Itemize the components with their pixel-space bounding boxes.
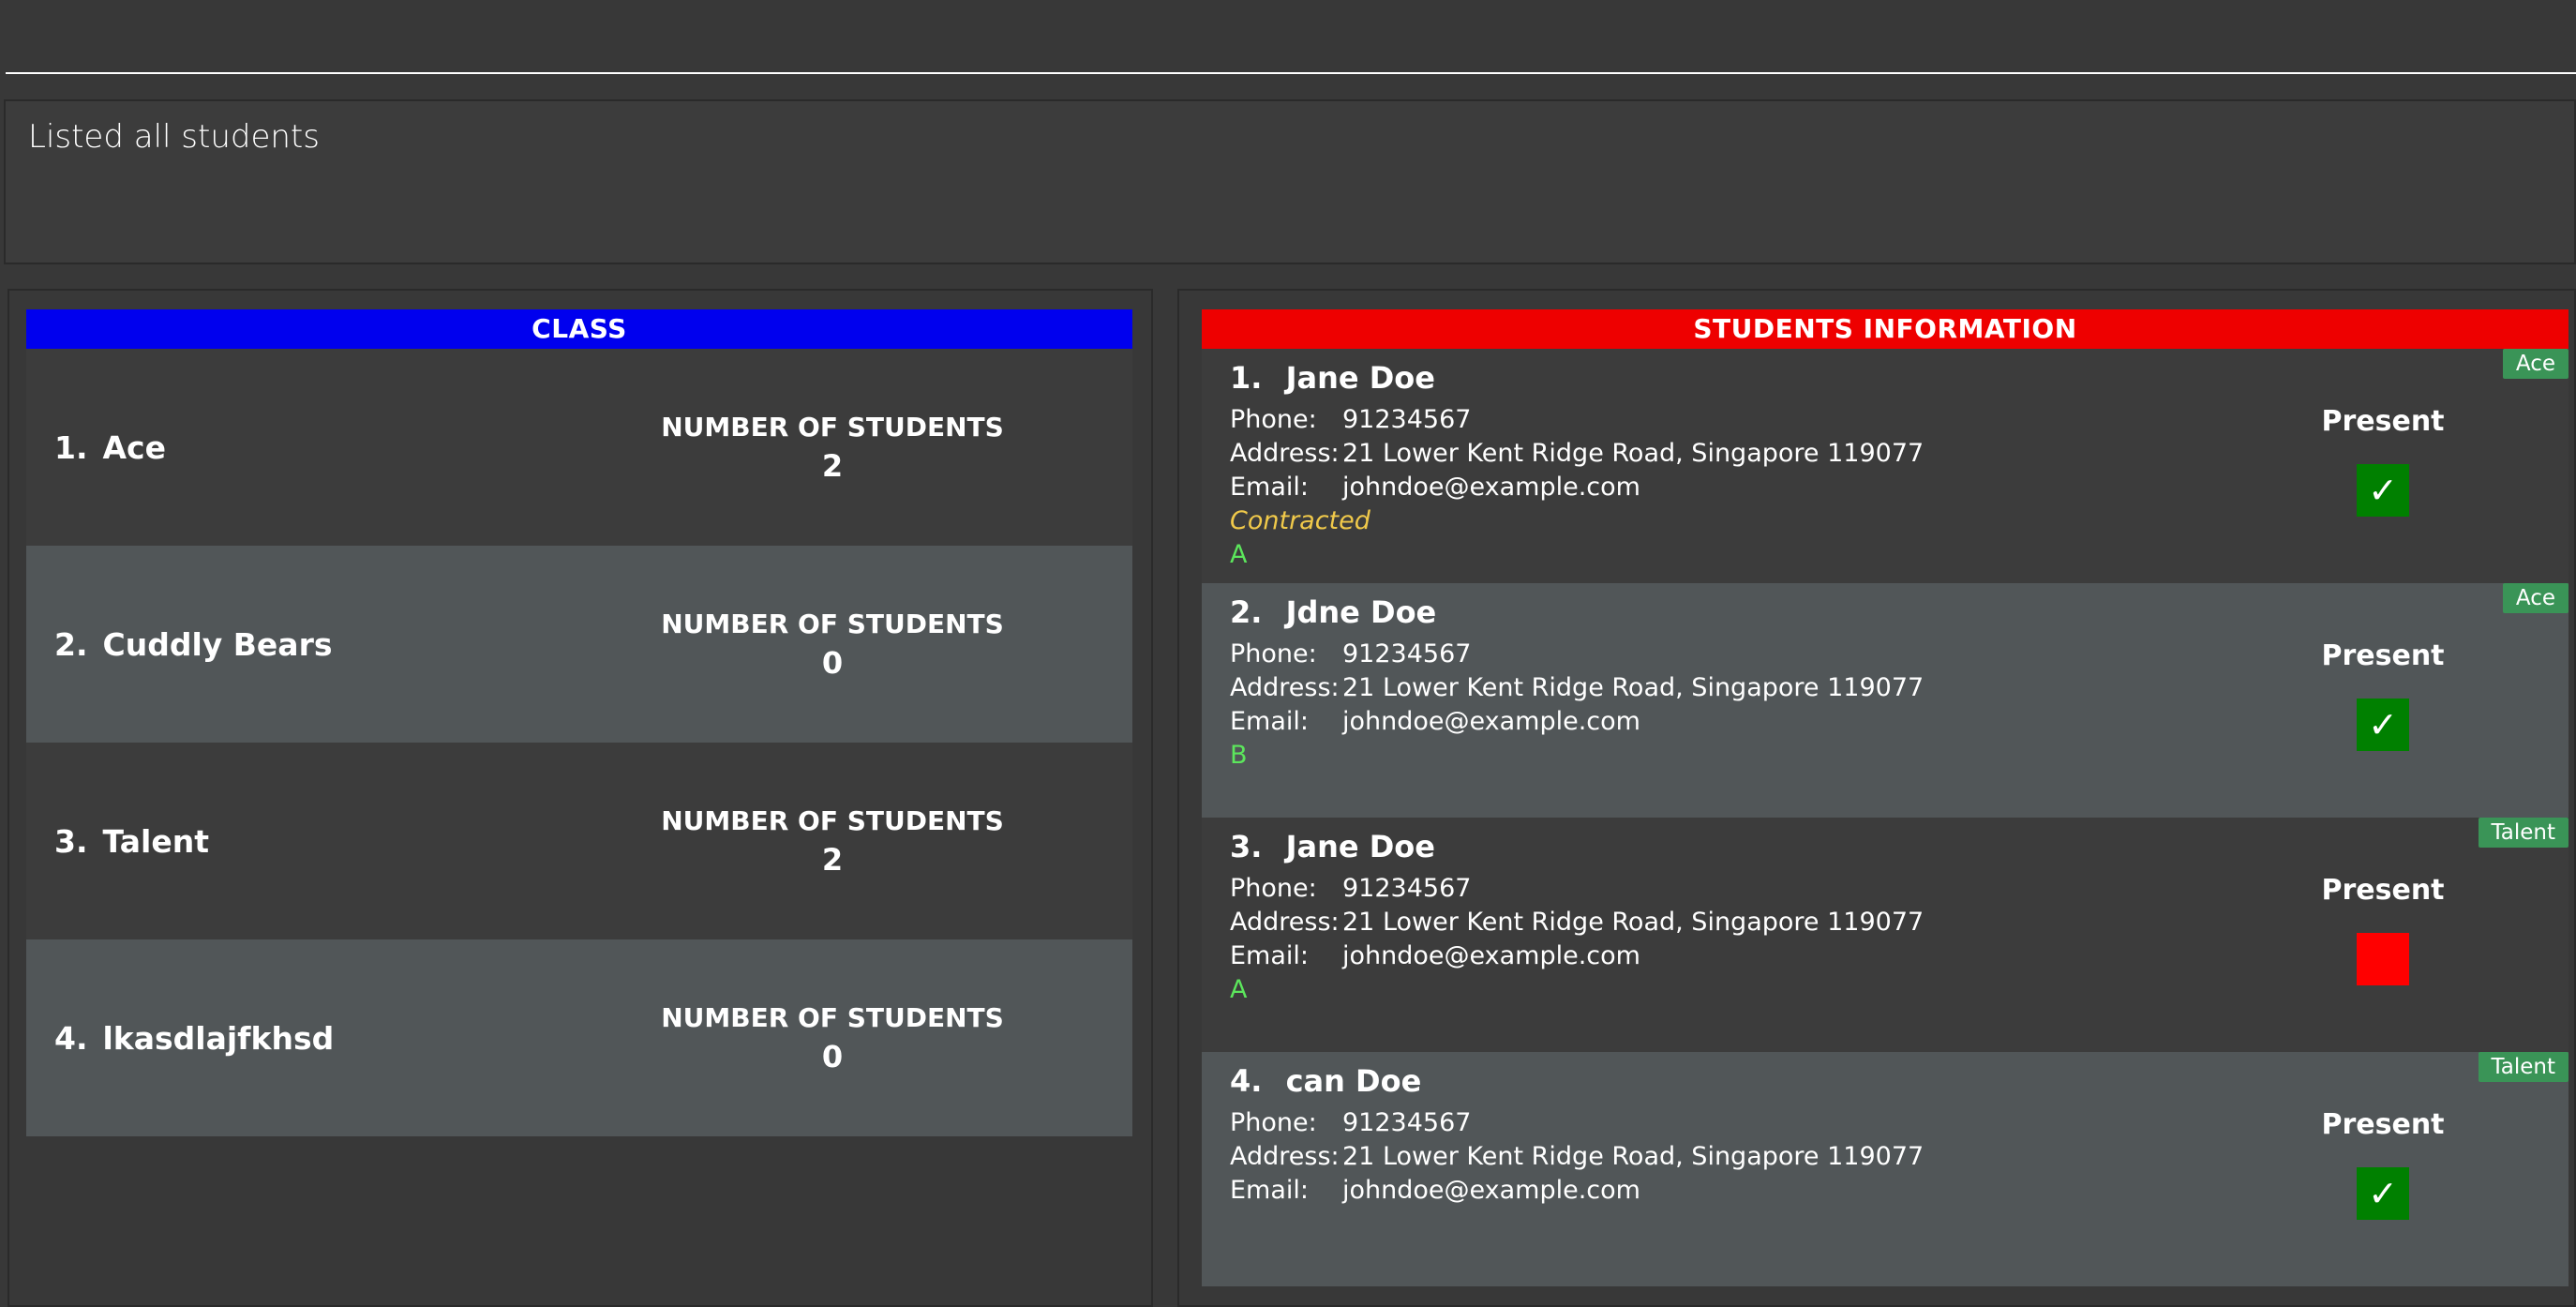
- address-value: 21 Lower Kent Ridge Road, Singapore 1190…: [1342, 673, 1925, 702]
- email-line: Email: johndoe@example.com: [1230, 471, 1924, 504]
- class-name: Cuddly Bears: [102, 625, 333, 663]
- grade-value: A: [1230, 975, 1248, 1004]
- grade-value: A: [1230, 540, 1248, 569]
- attendance-checkbox[interactable]: ✓: [2357, 699, 2409, 751]
- students-panel: STUDENTS INFORMATION 1. Jane Doe Phone: 9…: [1177, 289, 2576, 1307]
- student-count-label: NUMBER OF STUDENTS: [661, 1001, 1004, 1033]
- class-index: 2.: [54, 625, 88, 663]
- class-name: Talent: [102, 822, 210, 860]
- student-count-value: 0: [821, 1038, 844, 1074]
- attendance-checkbox[interactable]: ✓: [2357, 1167, 2409, 1220]
- result-message: Listed all students: [28, 118, 320, 156]
- phone-value: 91234567: [1342, 1108, 1472, 1137]
- student-count-label: NUMBER OF STUDENTS: [661, 411, 1004, 443]
- class-tag: Talent: [2478, 1052, 2569, 1082]
- class-index: 3.: [54, 822, 88, 860]
- checkmark-icon: ✓: [2368, 1173, 2398, 1214]
- email-value: johndoe@example.com: [1342, 941, 1640, 970]
- phone-value: 91234567: [1342, 639, 1472, 669]
- student-name: Jane Doe: [1285, 829, 1435, 864]
- student-index: 3.: [1230, 829, 1263, 864]
- student-index: 2.: [1230, 594, 1263, 630]
- phone-line: Phone: 91234567: [1230, 1106, 1924, 1140]
- result-display: Listed all students: [4, 99, 2576, 264]
- checkmark-icon: ✓: [2368, 470, 2398, 511]
- email-line: Email: johndoe@example.com: [1230, 705, 1924, 739]
- top-area: [0, 0, 2576, 75]
- email-value: johndoe@example.com: [1342, 707, 1640, 736]
- student-index: 1.: [1230, 360, 1263, 396]
- checkmark-icon: ✓: [2368, 704, 2398, 745]
- class-tag: Ace: [2502, 583, 2569, 613]
- class-name: lkasdlajfkhsd: [102, 1019, 335, 1057]
- student-index: 4.: [1230, 1063, 1263, 1099]
- student-count-label: NUMBER OF STUDENTS: [661, 804, 1004, 836]
- class-name: Ace: [102, 428, 166, 466]
- attendance-checkbox[interactable]: [2357, 933, 2409, 985]
- student-card[interactable]: 4. can Doe Phone: 91234567 Address: 21 Low…: [1202, 1052, 2569, 1286]
- attendance-checkbox[interactable]: ✓: [2357, 464, 2409, 517]
- phone-line: Phone: 91234567: [1230, 638, 1924, 671]
- student-card[interactable]: 3. Jane Doe Phone: 91234567 Address: 21 Lo…: [1202, 818, 2569, 1052]
- present-label: Present: [2321, 874, 2445, 907]
- email-value: johndoe@example.com: [1342, 1176, 1640, 1205]
- student-count-value: 2: [821, 841, 844, 878]
- class-list[interactable]: 1. Ace NUMBER OF STUDENTS 2 2. Cuddly Be…: [26, 349, 1132, 1136]
- class-list-item[interactable]: 2. Cuddly Bears NUMBER OF STUDENTS 0: [26, 546, 1132, 743]
- student-count-value: 2: [821, 447, 844, 484]
- email-line: Email: johndoe@example.com: [1230, 1174, 1924, 1208]
- present-label: Present: [2321, 405, 2445, 438]
- students-panel-header: STUDENTS INFORMATION: [1202, 309, 2569, 349]
- student-name: can Doe: [1285, 1063, 1422, 1099]
- class-panel: CLASS 1. Ace NUMBER OF STUDENTS 2 2. Cud…: [7, 289, 1153, 1307]
- address-line: Address: 21 Lower Kent Ridge Road, Singap…: [1230, 1140, 1924, 1174]
- email-value: johndoe@example.com: [1342, 473, 1640, 502]
- class-list-item[interactable]: 3. Talent NUMBER OF STUDENTS 2: [26, 743, 1132, 939]
- present-label: Present: [2321, 639, 2445, 672]
- class-list-item[interactable]: 4. lkasdlajfkhsd NUMBER OF STUDENTS 0: [26, 939, 1132, 1136]
- student-card[interactable]: 2. Jdne Doe Phone: 91234567 Address: 21 Lo…: [1202, 583, 2569, 818]
- student-count-label: NUMBER OF STUDENTS: [661, 608, 1004, 639]
- student-count-value: 0: [821, 644, 844, 681]
- class-tag: Ace: [2502, 349, 2569, 379]
- class-index: 1.: [54, 428, 88, 466]
- command-input[interactable]: [6, 0, 2576, 74]
- phone-value: 91234567: [1342, 405, 1472, 434]
- present-label: Present: [2321, 1108, 2445, 1141]
- phone-value: 91234567: [1342, 874, 1472, 903]
- student-name: Jdne Doe: [1285, 594, 1437, 630]
- address-value: 21 Lower Kent Ridge Road, Singapore 1190…: [1342, 1142, 1925, 1171]
- student-list[interactable]: 1. Jane Doe Phone: 91234567 Address: 21 Lo…: [1202, 349, 2569, 1286]
- address-value: 21 Lower Kent Ridge Road, Singapore 1190…: [1342, 908, 1925, 937]
- phone-line: Phone: 91234567: [1230, 872, 1924, 906]
- address-line: Address: 21 Lower Kent Ridge Road, Singap…: [1230, 906, 1924, 939]
- address-line: Address: 21 Lower Kent Ridge Road, Singap…: [1230, 671, 1924, 705]
- student-card[interactable]: 1. Jane Doe Phone: 91234567 Address: 21 Lo…: [1202, 349, 2569, 583]
- phone-line: Phone: 91234567: [1230, 403, 1924, 437]
- student-name: Jane Doe: [1285, 360, 1435, 396]
- email-line: Email: johndoe@example.com: [1230, 939, 1924, 973]
- address-value: 21 Lower Kent Ridge Road, Singapore 1190…: [1342, 439, 1925, 468]
- contracted-status: Contracted: [1230, 506, 1370, 535]
- class-list-item[interactable]: 1. Ace NUMBER OF STUDENTS 2: [26, 349, 1132, 546]
- class-panel-header: CLASS: [26, 309, 1132, 349]
- grade-value: B: [1230, 741, 1248, 770]
- class-index: 4.: [54, 1019, 88, 1057]
- class-tag: Talent: [2478, 818, 2569, 848]
- address-line: Address: 21 Lower Kent Ridge Road, Singap…: [1230, 437, 1924, 471]
